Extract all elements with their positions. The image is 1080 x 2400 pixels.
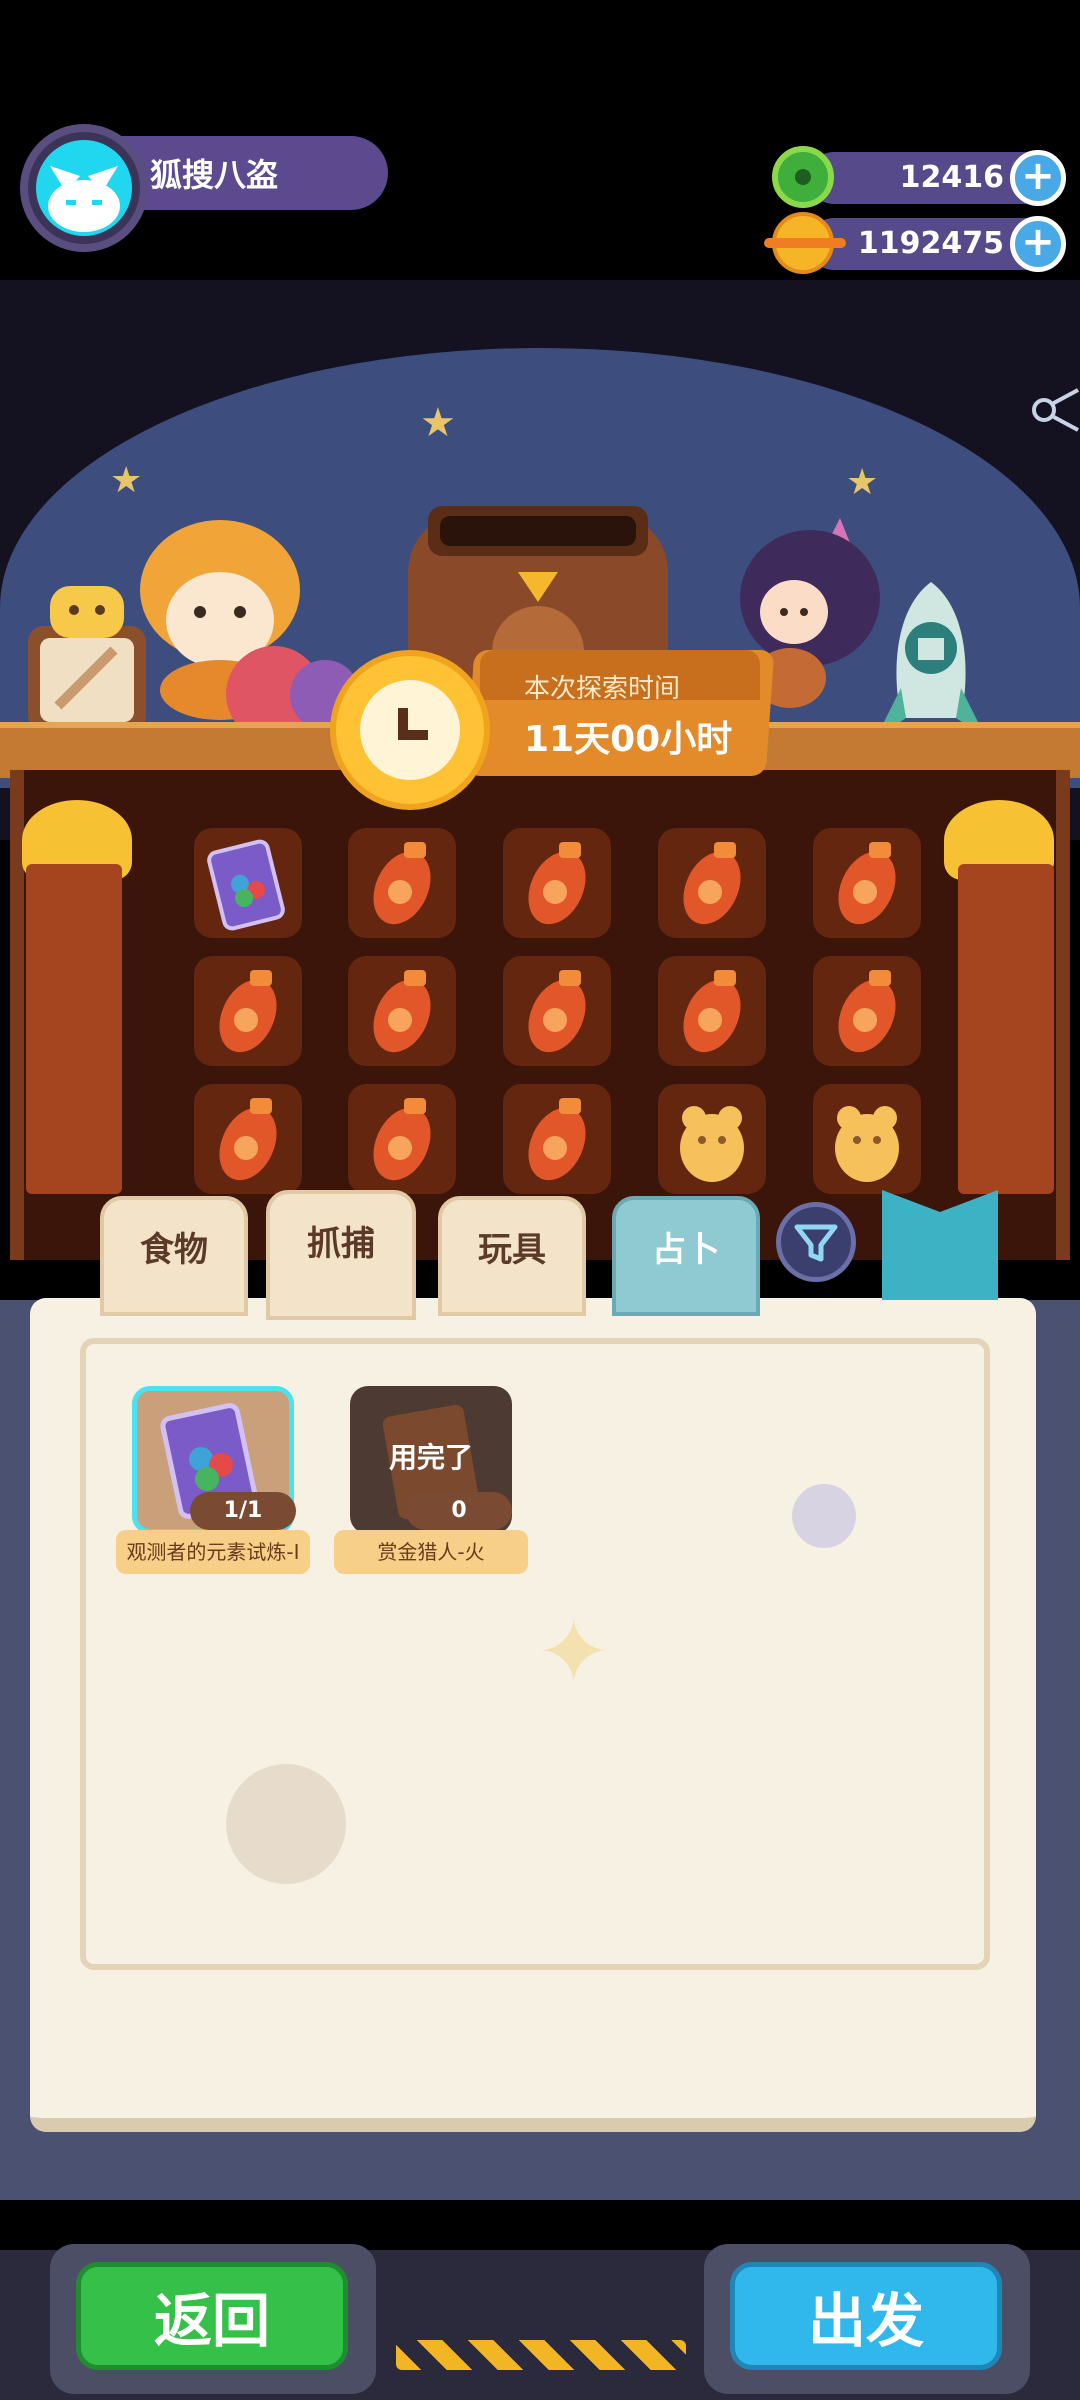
card-count: 1/1 (190, 1492, 296, 1530)
star-icon: ★ (846, 462, 879, 503)
back-button[interactable]: 返回 (76, 2262, 348, 2370)
fish-banner-right (958, 864, 1054, 1194)
fish-can-icon (373, 842, 431, 925)
planet-icon (792, 1484, 856, 1548)
loot-slot[interactable] (813, 956, 921, 1066)
loot-slot[interactable] (503, 956, 611, 1066)
loot-slot[interactable] (813, 828, 921, 938)
fish-can-icon (528, 1098, 586, 1181)
fish-can-icon (683, 842, 741, 925)
hazard-stripe (396, 2340, 686, 2370)
loot-slot[interactable] (658, 828, 766, 938)
card-count: 0 (406, 1492, 512, 1530)
card-status: 用完了 (388, 1441, 473, 1474)
clock-icon (360, 680, 460, 780)
tab-divination[interactable]: 占卜 (612, 1196, 760, 1316)
tab-catch[interactable]: 抓捕 (266, 1190, 416, 1320)
fish-can-icon (219, 970, 277, 1053)
loot-slot[interactable] (194, 828, 302, 938)
filter-icon (794, 1224, 838, 1262)
tab-toys[interactable]: 玩具 (438, 1196, 586, 1316)
fish-banner-left (26, 864, 122, 1194)
fish-can-icon (219, 1098, 277, 1181)
add-donut-button[interactable]: + (1010, 150, 1066, 206)
loot-slot[interactable] (503, 1084, 611, 1194)
loot-slot[interactable] (348, 1084, 456, 1194)
planet-icon (226, 1764, 346, 1884)
donut-currency-value: 12416 (899, 160, 1004, 195)
loot-slot[interactable] (813, 1084, 921, 1194)
player-name: 狐搜八盗 (150, 156, 279, 194)
planet-currency-value: 1192475 (857, 226, 1004, 261)
bear-cookie-icon (835, 1106, 899, 1182)
sword-badge-button[interactable] (28, 586, 146, 732)
avatar[interactable] (36, 140, 132, 236)
cat-face-icon (48, 166, 120, 232)
sparkle-icon: ✦ (536, 1600, 612, 1705)
fish-can-icon (838, 842, 896, 925)
star-icon: ★ (110, 460, 143, 501)
card-name: 观测者的元素试炼-I (116, 1530, 310, 1574)
loot-slot[interactable] (348, 828, 456, 938)
exploration-time-label: 本次探索时间 (524, 674, 681, 704)
tab-food[interactable]: 食物 (100, 1196, 248, 1316)
add-planet-button[interactable]: + (1010, 216, 1066, 272)
go-button[interactable]: 出发 (730, 2262, 1002, 2370)
loot-slot[interactable] (658, 1084, 766, 1194)
loot-slot[interactable] (194, 1084, 302, 1194)
filter-button[interactable] (776, 1202, 856, 1282)
fish-can-icon (528, 842, 586, 925)
loot-slot[interactable] (194, 956, 302, 1066)
loot-slot[interactable] (658, 956, 766, 1066)
exploration-time-value: 11天00小时 (524, 719, 733, 760)
bear-cookie-icon (680, 1106, 744, 1182)
loot-slot[interactable] (348, 956, 456, 1066)
share-icon[interactable] (1030, 370, 1080, 450)
fish-can-icon (838, 970, 896, 1053)
star-icon: ★ (420, 400, 456, 446)
fish-can-icon (683, 970, 741, 1053)
tarot-card-icon (207, 839, 285, 931)
card-name: 赏金猎人-火 (334, 1530, 528, 1574)
fish-can-icon (373, 970, 431, 1053)
fish-can-icon (528, 970, 586, 1053)
fish-can-icon (373, 1098, 431, 1181)
loot-slot[interactable] (503, 828, 611, 938)
